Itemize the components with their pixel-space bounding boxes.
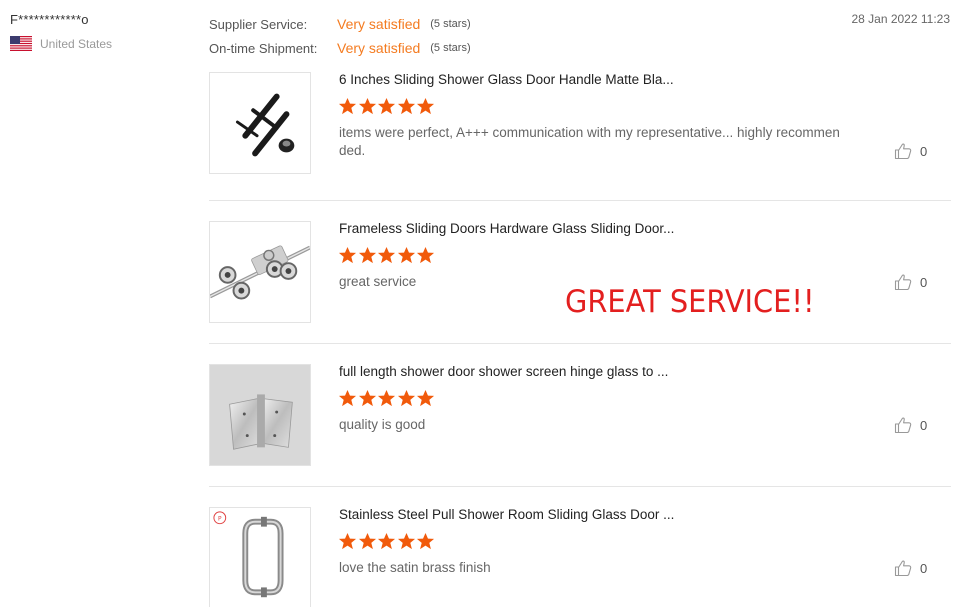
star-icon — [338, 532, 357, 550]
country-name: United States — [40, 36, 113, 51]
like-count: 0 — [920, 274, 928, 290]
rating-row-on-time-shipment: On-time Shipment: Very satisfied (5 star… — [209, 36, 471, 60]
review-date: 28 Jan 2022 11:23 — [851, 12, 950, 26]
like-count: 0 — [920, 143, 928, 159]
like-count: 0 — [920, 417, 928, 433]
sliding-door-roller-image — [210, 222, 310, 322]
star-icon — [358, 97, 376, 115]
product-thumbnail[interactable]: P — [209, 507, 311, 607]
star-icon — [377, 97, 396, 115]
star-icon — [377, 389, 396, 407]
like-button[interactable]: 0 — [894, 416, 927, 434]
star-icon — [358, 389, 376, 407]
review-comment: quality is good — [339, 417, 426, 432]
reviewer-country: United States — [10, 36, 112, 51]
star-icon — [377, 532, 396, 550]
product-review-item: 6 Inches Sliding Shower Glass Door Handl… — [209, 72, 951, 201]
like-button[interactable]: 0 — [894, 142, 927, 160]
product-star-rating — [338, 389, 436, 408]
thumbs-up-icon — [894, 417, 912, 434]
rating-stars-text: (5 stars) — [430, 42, 471, 54]
product-title[interactable]: 6 Inches Sliding Shower Glass Door Handl… — [339, 72, 674, 87]
rating-stars-text: (5 stars) — [430, 18, 471, 30]
like-button[interactable]: 0 — [894, 273, 927, 291]
star-icon — [358, 532, 376, 550]
reviewer-info: F************o United States — [10, 12, 112, 51]
product-title[interactable]: full length shower door shower screen hi… — [339, 364, 668, 379]
star-icon — [416, 246, 435, 264]
reviewer-name: F************o — [10, 12, 89, 27]
thumbs-up-icon — [894, 560, 912, 577]
rating-label: Supplier Service: — [209, 16, 308, 32]
star-icon — [397, 389, 415, 407]
rating-value: Very satisfied — [337, 16, 421, 32]
star-icon — [377, 246, 396, 264]
product-star-rating — [338, 246, 436, 265]
product-review-item: Frameless Sliding Doors Hardware Glass S… — [209, 221, 951, 344]
rating-row-supplier-service: Supplier Service: Very satisfied (5 star… — [209, 12, 471, 36]
review-comment: love the satin brass finish — [339, 560, 491, 575]
product-thumbnail[interactable] — [209, 221, 311, 323]
product-thumbnail[interactable] — [209, 72, 311, 174]
product-title[interactable]: Stainless Steel Pull Shower Room Sliding… — [339, 507, 674, 522]
glass-hinge-image — [210, 365, 310, 465]
supplier-ratings: Supplier Service: Very satisfied (5 star… — [209, 12, 471, 60]
rating-value: Very satisfied — [337, 40, 421, 56]
star-icon — [338, 246, 357, 264]
star-icon — [397, 246, 415, 264]
product-review-item: P Stainless Steel Pull Shower Room Slidi… — [209, 507, 951, 607]
svg-text:P: P — [218, 516, 222, 522]
rating-label: On-time Shipment: — [209, 40, 318, 56]
star-icon — [416, 97, 435, 115]
great-service-annotation: GREAT SERVICE!! — [565, 284, 815, 320]
like-button[interactable]: 0 — [894, 559, 927, 577]
star-icon — [416, 389, 435, 407]
star-icon — [338, 97, 357, 115]
thumbs-up-icon — [894, 274, 912, 291]
star-icon — [416, 532, 435, 550]
product-star-rating — [338, 97, 436, 116]
product-thumbnail[interactable] — [209, 364, 311, 466]
us-flag-icon — [10, 36, 32, 51]
product-review-item: full length shower door shower screen hi… — [209, 364, 951, 487]
star-icon — [338, 389, 357, 407]
thumbs-up-icon — [894, 143, 912, 160]
black-door-handle-image — [210, 73, 310, 173]
star-icon — [397, 97, 415, 115]
star-icon — [397, 532, 415, 550]
star-icon — [358, 246, 376, 264]
product-title[interactable]: Frameless Sliding Doors Hardware Glass S… — [339, 221, 674, 236]
pull-handle-image: P — [210, 508, 310, 607]
review-comment: items were perfect, A+++ communication w… — [339, 125, 840, 158]
product-star-rating — [338, 532, 436, 551]
like-count: 0 — [920, 560, 928, 576]
